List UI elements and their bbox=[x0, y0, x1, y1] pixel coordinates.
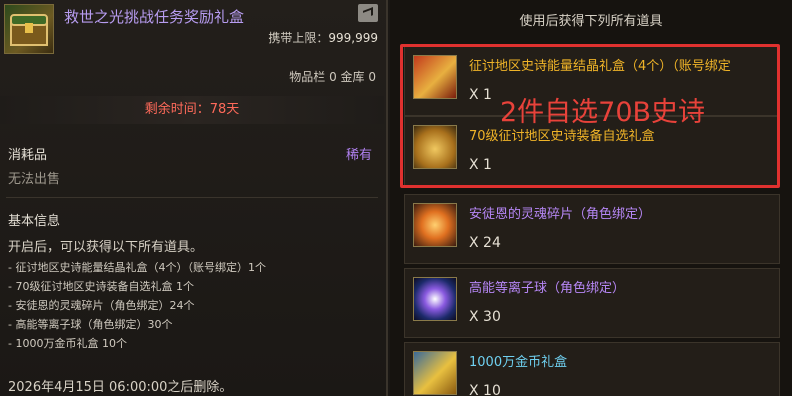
remaining-time-text: 剩余时间：78天 bbox=[144, 102, 240, 117]
item-rarity: 稀有 bbox=[345, 148, 372, 163]
tradability-note: 无法出售 bbox=[8, 172, 61, 187]
reward-item-card[interactable]: 1000万金币礼盒 X 10 bbox=[404, 342, 780, 396]
reward-list-panel: 使用后获得下列所有道具 征讨地区史诗能量结晶礼盒（4个）（账号绑定 X 1 70… bbox=[390, 0, 792, 396]
divider bbox=[6, 197, 378, 198]
basic-info-header: 基本信息 bbox=[8, 214, 61, 229]
contents-line: - 1000万金币礼盒 10个 bbox=[8, 337, 127, 350]
gold-coin-chest-icon bbox=[413, 351, 457, 395]
carry-limit-value: 999,999 bbox=[328, 31, 378, 45]
contents-line: - 高能等离子球（角色绑定）30个 bbox=[8, 318, 173, 331]
expiry-note: 2026年4月15日 06:00:00之后删除。 bbox=[8, 380, 233, 395]
reward-item-qty: X 30 bbox=[469, 309, 501, 325]
contents-list: - 征讨地区史诗能量结晶礼盒（4个）（账号绑定）1个 - 70级征讨地区史诗装备… bbox=[8, 258, 266, 353]
overlay-annotation: 2件自选70B史诗 bbox=[500, 97, 706, 128]
soul-shard-icon bbox=[413, 203, 457, 247]
reward-item-card[interactable]: 安徒恩的灵魂碎片（角色绑定） X 24 bbox=[404, 194, 780, 264]
item-category: 消耗品 bbox=[8, 148, 48, 163]
treasure-chest-icon bbox=[4, 4, 54, 54]
description-text: 开启后，可以获得以下所有道具。 bbox=[8, 240, 204, 255]
reward-item-name: 安徒恩的灵魂碎片（角色绑定） bbox=[469, 207, 652, 222]
inventory-counts: 物品栏 0 金库 0 bbox=[289, 70, 376, 84]
reward-item-name: 1000万金币礼盒 bbox=[469, 355, 568, 370]
item-title: 救世之光挑战任务奖励礼盒 bbox=[64, 8, 245, 26]
carry-limit: 携带上限：999,999 bbox=[268, 29, 378, 46]
contents-line: - 安徒恩的灵魂碎片（角色绑定）24个 bbox=[8, 299, 195, 312]
contents-line: - 70级征讨地区史诗装备自选礼盒 1个 bbox=[8, 280, 194, 293]
carry-limit-label: 携带上限： bbox=[268, 31, 329, 45]
item-tooltip-panel: 救世之光挑战任务奖励礼盒 携带上限：999,999 物品栏 0 金库 0 剩余时… bbox=[0, 0, 388, 396]
contents-line: - 征讨地区史诗能量结晶礼盒（4个）（账号绑定）1个 bbox=[8, 261, 266, 274]
remaining-time-bar: 剩余时间：78天 bbox=[0, 96, 384, 124]
share-icon[interactable] bbox=[358, 4, 378, 22]
reward-item-qty: X 10 bbox=[469, 383, 501, 396]
plasma-orb-icon bbox=[413, 277, 457, 321]
reward-item-qty: X 24 bbox=[469, 235, 501, 251]
reward-item-name: 高能等离子球（角色绑定） bbox=[469, 281, 626, 296]
reward-list-header: 使用后获得下列所有道具 bbox=[519, 14, 663, 29]
reward-item-card[interactable]: 高能等离子球（角色绑定） X 30 bbox=[404, 268, 780, 338]
